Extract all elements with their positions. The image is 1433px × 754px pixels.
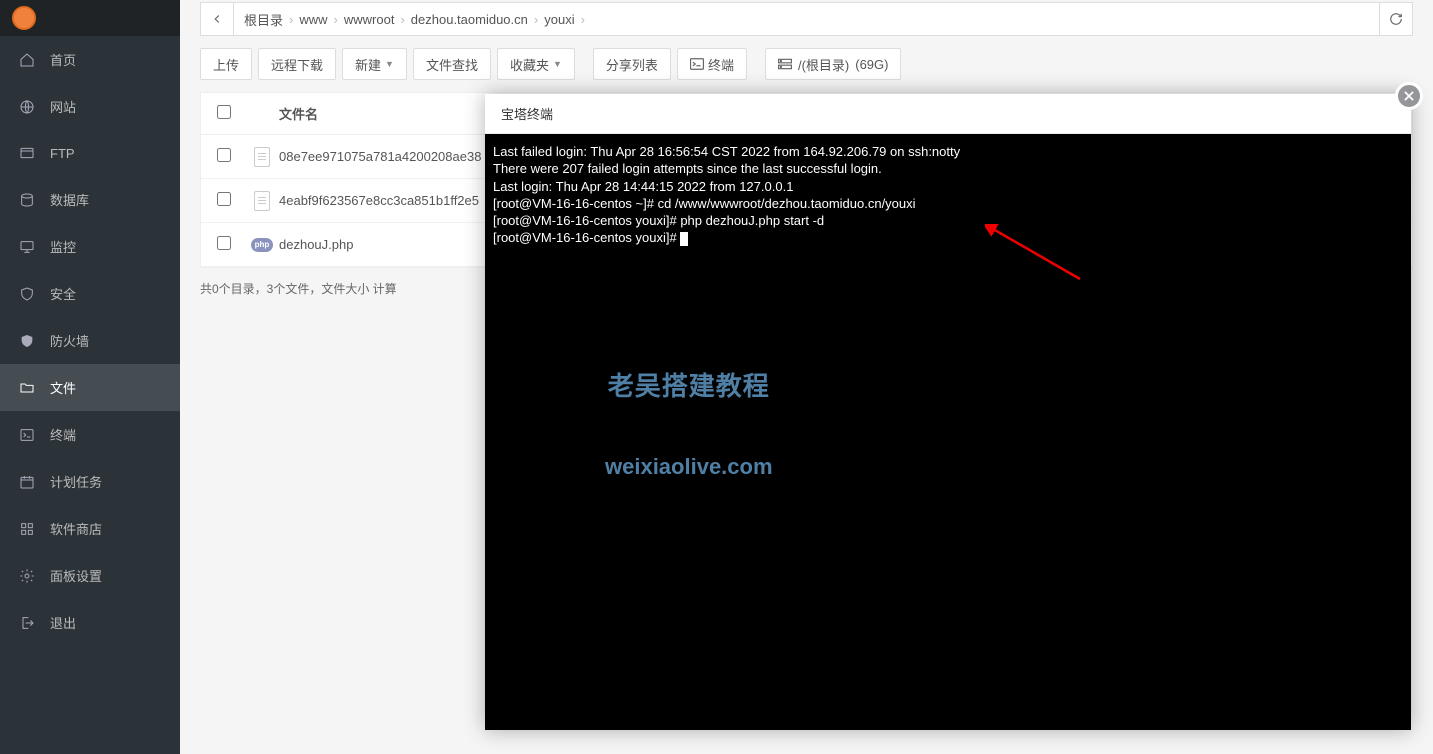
upload-button[interactable]: 上传 xyxy=(200,48,252,80)
new-button[interactable]: 新建 ▼ xyxy=(342,48,407,80)
sidebar-item-firewall[interactable]: 防火墙 xyxy=(0,317,180,364)
sidebar-item-schedule[interactable]: 计划任务 xyxy=(0,458,180,505)
sidebar-item-folder[interactable]: 文件 xyxy=(0,364,180,411)
disk-root-label: /(根目录) xyxy=(798,55,849,74)
server-avatar xyxy=(12,6,36,30)
sidebar: 首页网站 FTP 数据库监控安全防火墙文件终端计划任务软件商店面板设置退出 xyxy=(0,0,180,754)
breadcrumb-refresh-button[interactable] xyxy=(1379,2,1413,36)
share-list-button[interactable]: 分享列表 xyxy=(593,48,671,80)
chevron-right-icon: › xyxy=(400,12,404,27)
red-arrow-annotation xyxy=(985,224,1085,284)
apps-icon xyxy=(18,520,36,538)
monitor-icon xyxy=(18,238,36,256)
favorites-button[interactable]: 收藏夹 ▼ xyxy=(497,48,575,80)
file-row-checkbox[interactable] xyxy=(217,192,231,206)
watermark-line1: 老吴搭建教程 xyxy=(605,366,773,408)
terminal-button[interactable]: 终端 xyxy=(677,48,747,80)
document-icon xyxy=(254,191,270,211)
caret-down-icon: ▼ xyxy=(385,59,394,69)
php-icon: php xyxy=(251,238,273,252)
sidebar-item-label: 退出 xyxy=(50,613,76,632)
sidebar-item-label: 终端 xyxy=(50,425,76,444)
ftp-icon xyxy=(18,144,36,162)
modal-title: 宝塔终端 xyxy=(485,94,1411,134)
watermark: 老吴搭建教程 weixiaolive.com xyxy=(605,324,773,526)
sidebar-item-label: 文件 xyxy=(50,378,76,397)
terminal-icon xyxy=(18,426,36,444)
breadcrumb-segment[interactable]: youxi xyxy=(544,12,574,27)
breadcrumb-segment[interactable]: dezhou.taomiduo.cn xyxy=(411,12,528,27)
terminal-label: 终端 xyxy=(708,55,734,74)
find-file-button[interactable]: 文件查找 xyxy=(413,48,491,80)
breadcrumb-back-button[interactable] xyxy=(200,2,234,36)
sidebar-item-label: 网站 xyxy=(50,97,76,116)
breadcrumb-segment[interactable]: wwwroot xyxy=(344,12,395,27)
disk-root-button[interactable]: /(根目录) (69G) xyxy=(765,48,902,80)
terminal-text: Last failed login: Thu Apr 28 16:56:54 C… xyxy=(493,144,960,245)
new-label: 新建 xyxy=(355,55,381,74)
caret-down-icon: ▼ xyxy=(553,59,562,69)
watermark-line2: weixiaolive.com xyxy=(605,449,773,484)
disk-free-label: (69G) xyxy=(855,57,888,72)
chevron-right-icon: › xyxy=(534,12,538,27)
chevron-right-icon: › xyxy=(581,12,585,27)
terminal-cursor xyxy=(680,232,688,246)
select-all-checkbox[interactable] xyxy=(217,105,231,119)
sidebar-item-shield[interactable]: 安全 xyxy=(0,270,180,317)
sidebar-item-database[interactable]: 数据库 xyxy=(0,176,180,223)
toolbar: 上传 远程下载 新建 ▼ 文件查找 收藏夹 ▼ 分享列表 终端 /(根目录) (… xyxy=(200,48,1413,80)
sidebar-item-apps[interactable]: 软件商店 xyxy=(0,505,180,552)
folder-icon xyxy=(18,379,36,397)
database-icon xyxy=(18,191,36,209)
sidebar-item-label: 防火墙 xyxy=(50,331,89,350)
breadcrumb-segment[interactable]: www xyxy=(299,12,327,27)
sidebar-item-logout[interactable]: 退出 xyxy=(0,599,180,646)
favorites-label: 收藏夹 xyxy=(510,55,549,74)
sidebar-item-label: 数据库 xyxy=(50,190,89,209)
sidebar-item-gear[interactable]: 面板设置 xyxy=(0,552,180,599)
sidebar-item-label: FTP xyxy=(50,146,75,161)
firewall-icon xyxy=(18,332,36,350)
sidebar-item-label: 监控 xyxy=(50,237,76,256)
home-icon xyxy=(18,51,36,69)
modal-close-button[interactable] xyxy=(1395,82,1423,110)
document-icon xyxy=(254,147,270,167)
chevron-right-icon: › xyxy=(334,12,338,27)
sidebar-item-label: 计划任务 xyxy=(50,472,102,491)
sidebar-server-row[interactable] xyxy=(0,0,180,36)
breadcrumb-row: 根目录 › www › wwwroot › dezhou.taomiduo.cn › youxi… xyxy=(200,2,1413,36)
terminal-output[interactable]: Last failed login: Thu Apr 28 16:56:54 C… xyxy=(485,134,1411,730)
sidebar-item-label: 面板设置 xyxy=(50,566,102,585)
chevron-right-icon: › xyxy=(289,12,293,27)
file-row-checkbox[interactable] xyxy=(217,148,231,162)
breadcrumb-segment[interactable]: 根目录 xyxy=(244,10,283,29)
sidebar-item-home[interactable]: 首页 xyxy=(0,36,180,83)
sidebar-item-label: 首页 xyxy=(50,50,76,69)
sidebar-item-label: 软件商店 xyxy=(50,519,102,538)
schedule-icon xyxy=(18,473,36,491)
sidebar-item-terminal[interactable]: 终端 xyxy=(0,411,180,458)
sidebar-item-globe[interactable]: 网站 xyxy=(0,83,180,130)
sidebar-item-label: 安全 xyxy=(50,284,76,303)
terminal-modal: 宝塔终端 Last failed login: Thu Apr 28 16:56… xyxy=(485,94,1411,730)
logout-icon xyxy=(18,614,36,632)
gear-icon xyxy=(18,567,36,585)
globe-icon xyxy=(18,98,36,116)
sidebar-item-ftp[interactable]: FTP xyxy=(0,130,180,176)
shield-icon xyxy=(18,285,36,303)
file-row-checkbox[interactable] xyxy=(217,236,231,250)
breadcrumb-bar[interactable]: 根目录 › www › wwwroot › dezhou.taomiduo.cn › youxi… xyxy=(233,2,1380,36)
remote-download-button[interactable]: 远程下载 xyxy=(258,48,336,80)
sidebar-item-monitor[interactable]: 监控 xyxy=(0,223,180,270)
